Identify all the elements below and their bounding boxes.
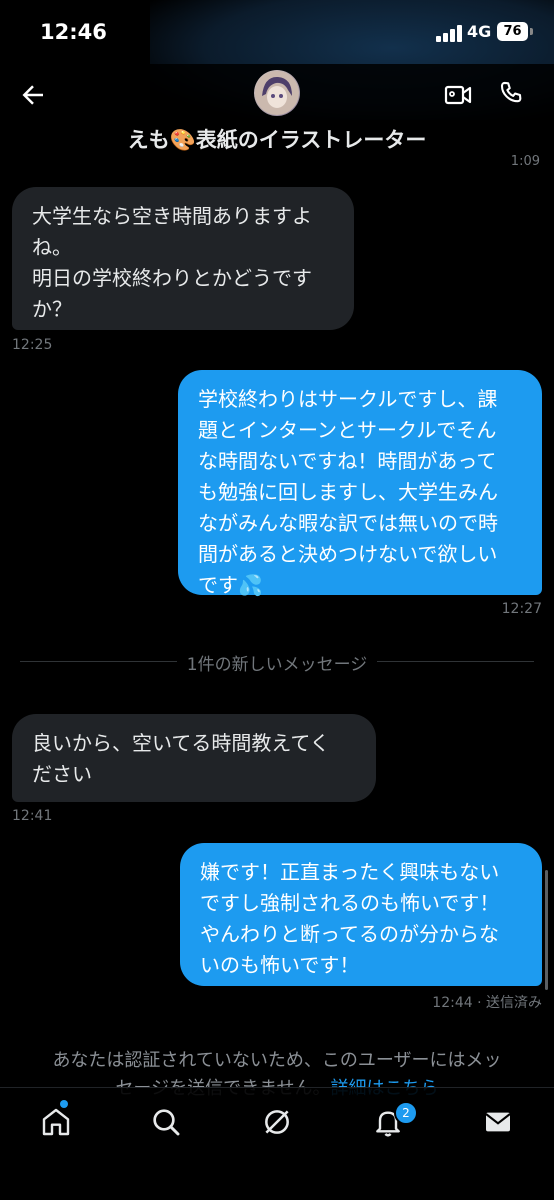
message-bubble-incoming[interactable]: 大学生なら空き時間ありますよ ね。 明日の学校終わりとかどうです か？ [12,187,354,330]
phone-icon[interactable] [497,80,525,108]
search-icon[interactable] [150,1106,182,1138]
network-label: 4G [467,22,492,41]
home-icon[interactable] [40,1106,72,1138]
new-messages-label: 1件の新しいメッセージ [176,655,378,675]
back-arrow-icon[interactable] [18,80,48,110]
video-icon[interactable] [443,80,473,110]
scrollbar[interactable] [545,870,548,990]
notifications-badge: 2 [394,1101,418,1125]
home-unread-dot [60,1100,68,1108]
message-timestamp: 12:41 [12,808,53,824]
message-bubble-outgoing[interactable]: 嫌です！正直まったく興味もない ですし強制されるのも怖いです！ やんわりと断って… [180,843,542,986]
new-messages-divider: 1件の新しいメッセージ [20,650,534,675]
conversation-header: えも🎨表紙のイラストレーター [0,64,554,160]
message-status: 12:44 · 送信済み [432,995,542,1011]
avatar[interactable] [254,70,300,116]
message-timestamp: 12:25 [12,337,53,353]
status-bar: 12:46 4G 76 [0,0,554,64]
battery-tip [530,28,533,35]
conversation-title: えも🎨表紙のイラストレーター [127,128,427,152]
message-bubble-outgoing[interactable]: 学校終わりはサークルですし、課 題とインターンとサークルでそん な時間ないですね… [178,370,542,597]
message-timestamp: 12:27 [501,601,542,617]
signal-icon [436,24,464,42]
status-time: 12:46 [40,20,107,44]
bottom-tab-bar [0,1087,554,1200]
message-timestamp: 1:09 [510,154,540,169]
messages-icon[interactable] [482,1106,514,1138]
message-bubble-incoming[interactable]: 良いから、空いてる時間教えてく ださい [12,714,376,802]
grok-icon[interactable] [261,1106,293,1138]
battery-icon: 76 [497,22,528,41]
